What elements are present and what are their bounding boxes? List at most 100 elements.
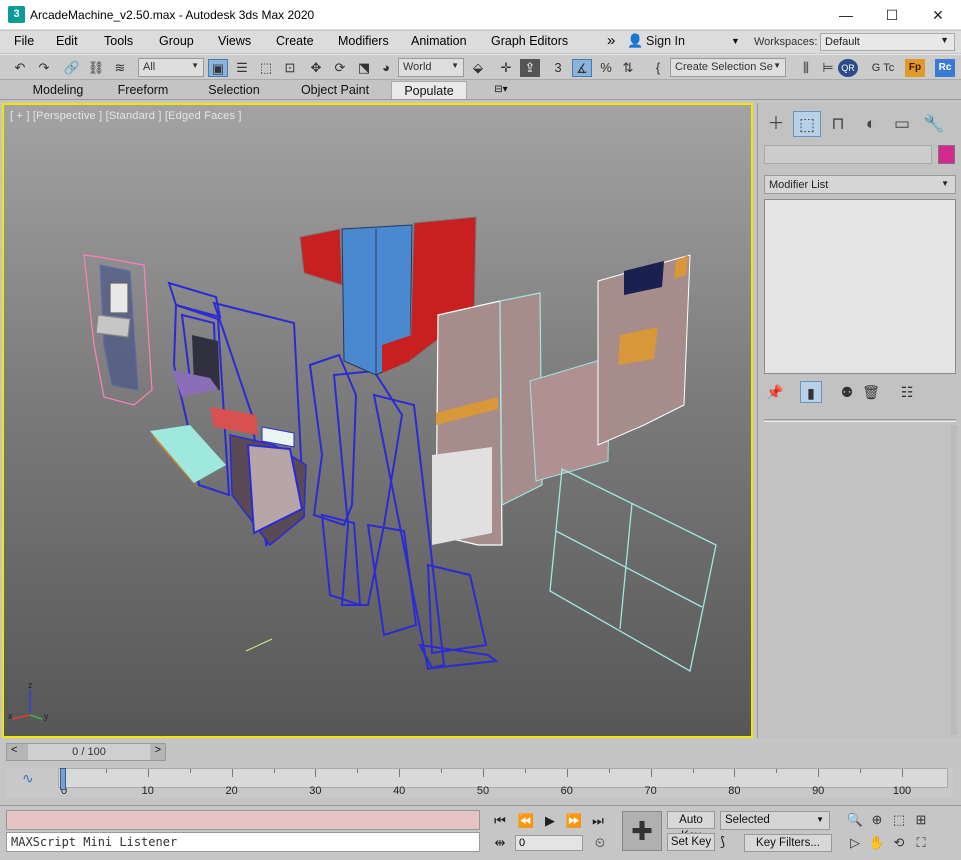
pan-icon[interactable]: ✋ [868,834,886,852]
zoom-all-icon[interactable]: ⊕ [868,811,886,829]
close-button[interactable]: ✕ [915,0,961,30]
select-by-name-icon[interactable]: ☰ [232,59,252,77]
menu-file[interactable]: File [14,34,34,48]
previous-key-icon[interactable]: ⏪ [516,812,536,830]
pivot-center-icon[interactable]: ⬙ [468,59,488,77]
named-selection-select[interactable]: Create Selection Se ▼ [670,58,786,77]
current-frame-input[interactable] [515,835,583,851]
maxscript-listener[interactable]: MAXScript Mini Listener [6,832,480,852]
maximize-button[interactable]: ☐ [869,0,915,30]
app-icon[interactable]: 3 [8,6,25,23]
perspective-viewport[interactable]: [ + ] [Perspective ] [Standard ] [Edged … [2,103,753,738]
prev-frame-icon[interactable]: < [11,744,17,756]
orbit-icon[interactable]: ⟲ [890,834,908,852]
next-key-icon[interactable]: ⏩ [564,812,584,830]
railclone-badge[interactable]: Rc [935,59,955,77]
rotate-icon[interactable]: ⟳ [330,59,350,77]
placement-icon[interactable]: ◕ [376,59,396,77]
link-icon[interactable]: 🔗 [62,59,82,77]
zoom-extents-icon[interactable]: ⬚ [890,811,908,829]
menu-overflow-button[interactable]: » [607,32,615,49]
go-to-end-icon[interactable]: ⏭ [588,812,608,830]
maximize-viewport-icon[interactable]: ⛶ [912,834,930,852]
sign-in-button[interactable]: Sign In [646,34,685,48]
snaps-toggle-icon[interactable]: 3 [548,59,568,77]
field-of-view-icon[interactable]: ▷ [846,834,864,852]
hierarchy-icon[interactable]: ⊓ [824,111,852,137]
forest-pack-badge[interactable]: Fp [905,59,925,77]
tab-modeling[interactable]: Modeling [18,81,98,99]
menu-group[interactable]: Group [159,34,194,48]
select-object-icon[interactable]: ▣ [208,59,228,77]
key-filters-icon[interactable]: ⟆ [720,834,740,852]
window-crossing-icon[interactable]: ⊡ [280,59,300,77]
quad-remesh-badge[interactable]: QR [838,59,858,77]
time-slider-handle[interactable] [60,768,66,790]
menu-animation[interactable]: Animation [411,34,467,48]
menu-edit[interactable]: Edit [56,34,78,48]
set-key-big-button[interactable]: ✚ [622,811,662,851]
move-icon[interactable]: ✥ [306,59,326,77]
scene-canvas[interactable] [4,105,751,736]
select-manipulate-icon[interactable]: ✛ [496,59,516,77]
percent-snap-icon[interactable]: % [596,59,616,77]
show-end-result-icon[interactable]: ▮ [800,381,822,403]
scale-icon[interactable]: ⬔ [354,59,374,77]
tab-freeform[interactable]: Freeform [103,81,183,99]
time-config-icon[interactable]: ⏲ [590,834,610,852]
menu-views[interactable]: Views [218,34,251,48]
curve-editor-icon[interactable]: ∿ [22,770,34,787]
menu-create[interactable]: Create [276,34,314,48]
track-ruler[interactable]: 0 10 20 30 40 50 60 70 80 90 100 [58,768,948,797]
viewport-label[interactable]: [ + ] [Perspective ] [Standard ] [Edged … [10,110,242,122]
object-color-swatch[interactable] [938,145,955,164]
redo-button[interactable]: ↷ [34,59,54,77]
set-key-button[interactable]: Set Key [667,833,715,851]
zoom-icon[interactable]: 🔍 [846,811,864,829]
menu-modifiers[interactable]: Modifiers [338,34,389,48]
utilities-icon[interactable]: 🔧 [920,111,948,137]
selection-filter-select[interactable]: All ▼ [138,58,204,77]
keyboard-shortcut-override-icon[interactable]: ⇪ [520,59,540,77]
modify-icon[interactable]: ⬚ [793,111,821,137]
tab-selection[interactable]: Selection [191,81,277,99]
reference-coord-select[interactable]: World ▼ [398,58,464,77]
align-icon[interactable]: ⊨ [818,59,838,77]
angle-snap-icon[interactable]: ∡ [572,59,592,77]
auto-key-button[interactable]: Auto Key [667,811,715,842]
bind-space-warp-icon[interactable]: ≋ [110,59,130,77]
rectangle-selection-icon[interactable]: ⬚ [256,59,276,77]
next-frame-icon[interactable]: > [155,744,161,756]
spinner-snap-icon[interactable]: ⇅ [618,59,638,77]
ribbon-options-button[interactable]: ⊟▾ [488,82,514,97]
minimize-button[interactable]: — [823,0,869,30]
frame-readout[interactable]: 0 / 100 [28,744,150,760]
key-set-select[interactable]: Selected ▼ [720,811,830,830]
workspaces-select[interactable]: Default ▼ [820,33,955,51]
panel-scrollbar[interactable] [951,425,957,735]
make-unique-icon[interactable]: ⚉ [836,381,858,403]
display-icon[interactable]: ▭ [888,111,916,137]
go-to-start-icon[interactable]: ⏮ [490,812,510,830]
motion-icon[interactable]: ◐ [857,111,885,137]
toolbar-truncated-label[interactable]: G Tc [870,59,896,77]
mirror-icon[interactable]: ⫼ [796,59,816,77]
modifier-stack[interactable] [764,199,956,374]
key-mode-icon[interactable]: ⇹ [490,834,510,852]
menu-graph-editors[interactable]: Graph Editors [491,34,568,48]
tab-populate[interactable]: Populate [391,81,467,99]
tab-object-paint[interactable]: Object Paint [287,81,383,99]
modifier-list-select[interactable]: Modifier List ▼ [764,175,956,194]
menu-tools[interactable]: Tools [104,34,133,48]
play-icon[interactable]: ▶ [540,812,560,830]
unlink-icon[interactable]: ⛓ [86,59,106,77]
create-icon[interactable]: ＋ [762,111,790,137]
edit-named-selection-icon[interactable]: { [648,59,668,77]
undo-button[interactable]: ↶ [10,59,30,77]
chevron-down-icon[interactable]: ▼ [731,36,740,46]
remove-modifier-icon[interactable]: 🗑 [860,381,882,403]
key-filters-button[interactable]: Key Filters... [744,834,832,852]
pin-stack-icon[interactable]: 📌 [764,381,786,403]
configure-modifier-sets-icon[interactable]: ☷ [896,381,918,403]
object-name-field[interactable] [764,145,932,164]
